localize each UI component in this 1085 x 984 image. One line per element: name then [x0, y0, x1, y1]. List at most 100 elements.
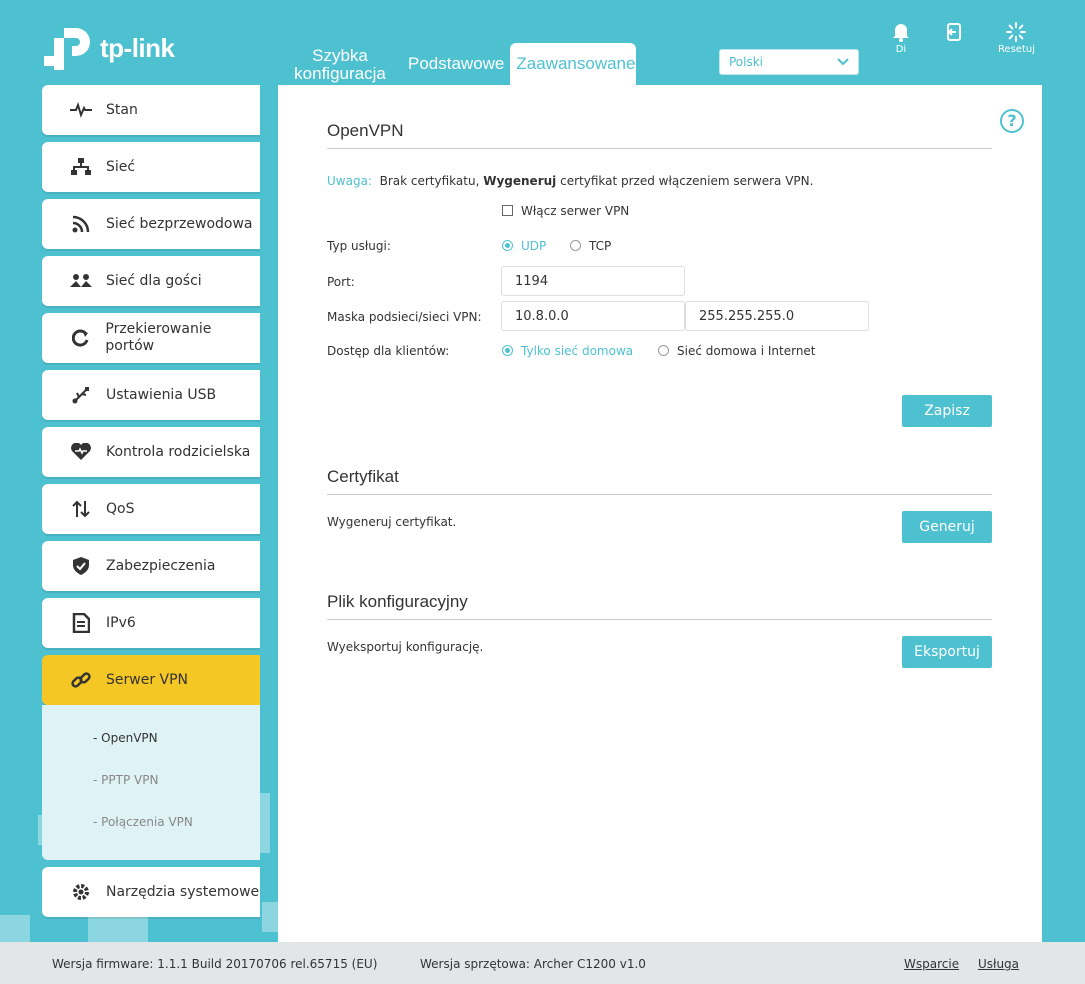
tab-basic[interactable]: Podstawowe	[402, 43, 510, 85]
radio-button[interactable]	[502, 345, 513, 356]
note-text-2: certyfikat przed włączeniem serwera VPN.	[560, 174, 814, 188]
sidebar-item-ipv6[interactable]: IPv6	[42, 598, 260, 648]
tp-link-logo: tp-link	[42, 22, 175, 74]
sidebar-item-label: Sieć	[106, 158, 136, 175]
sidebar-item-parental-control[interactable]: Kontrola rodzicielska	[42, 427, 260, 477]
sidebar-item-label: Sieć bezprzewodowa	[106, 215, 253, 232]
section-title-openvpn: OpenVPN	[327, 121, 404, 140]
link-icon	[71, 672, 91, 688]
save-button[interactable]: Zapisz	[902, 395, 992, 427]
tcp-radio[interactable]: TCP	[570, 239, 611, 253]
certificate-note: Uwaga: Brak certyfikatu, Wygeneruj certy…	[327, 174, 813, 188]
reset-button[interactable]: Resetuj	[998, 22, 1035, 55]
config-file-text: Wyeksportuj konfigurację.	[327, 640, 484, 654]
sidebar: Stan Sieć Sieć bezprzewodowa Sieć dla go…	[42, 85, 260, 924]
vpn-submenu: - OpenVPN - PPTP VPN - Połączenia VPN	[42, 705, 260, 860]
sidebar-item-usb[interactable]: Ustawienia USB	[42, 370, 260, 420]
note-label: Uwaga:	[327, 174, 372, 188]
udp-radio[interactable]: UDP	[502, 239, 546, 253]
radio-button[interactable]	[502, 240, 513, 251]
sidebar-item-wireless[interactable]: Sieć bezprzewodowa	[42, 199, 260, 249]
home-network-only-radio[interactable]: Tylko sieć domowa	[502, 344, 633, 358]
sidebar-item-label: Stan	[106, 101, 138, 118]
sidebar-item-label: Przekierowanie portów	[105, 321, 212, 354]
help-icon[interactable]: ?	[1000, 109, 1024, 133]
shield-icon	[73, 557, 89, 575]
logo-text: tp-link	[100, 32, 175, 63]
sidebar-item-port-forwarding[interactable]: Przekierowanie portów	[42, 313, 260, 363]
main-panel: ? OpenVPN Uwaga: Brak certyfikatu, Wygen…	[278, 85, 1042, 942]
section-title-certificate: Certyfikat	[327, 467, 399, 486]
home-and-internet-label: Sieć domowa i Internet	[677, 344, 816, 358]
notification-button[interactable]: Di	[892, 22, 910, 55]
service-link[interactable]: Usługa	[978, 957, 1019, 971]
export-button[interactable]: Eksportuj	[902, 636, 992, 668]
sidebar-item-label: Zabezpieczenia	[106, 557, 216, 574]
sidebar-item-label: Serwer VPN	[106, 671, 189, 688]
checkbox-box[interactable]	[502, 205, 513, 216]
sidebar-item-system-tools[interactable]: Narzędzia systemowe	[42, 867, 260, 917]
bell-icon	[892, 24, 909, 42]
sidebar-item-label: IPv6	[106, 614, 136, 631]
usb-icon	[72, 387, 89, 404]
sidebar-item-label: QoS	[106, 500, 135, 517]
generate-button[interactable]: Generuj	[902, 511, 992, 543]
language-select[interactable]: Polski	[719, 49, 859, 75]
enable-vpn-checkbox[interactable]: Włącz serwer VPN	[502, 204, 629, 218]
service-type-label: Typ usługi:	[327, 239, 391, 253]
divider	[327, 494, 992, 495]
tp-link-logo-icon	[44, 28, 90, 70]
logout-icon	[946, 23, 961, 41]
firmware-version: Wersja firmware: 1.1.1 Build 20170706 re…	[52, 957, 378, 971]
sidebar-item-vpn-server[interactable]: Serwer VPN	[42, 655, 260, 705]
main-tabs: Szybka konfiguracja Podstawowe Zaawansow…	[278, 43, 637, 85]
enable-vpn-label: Włącz serwer VPN	[521, 204, 630, 218]
port-label: Port:	[327, 275, 355, 289]
sidebar-item-label: Sieć dla gości	[106, 272, 202, 289]
background-decoration	[262, 902, 278, 932]
network-icon	[71, 158, 91, 175]
reset-icon	[1006, 22, 1027, 42]
note-bold-generate: Wygeneruj	[483, 174, 557, 188]
section-title-config-file: Plik konfiguracyjny	[327, 592, 468, 611]
radio-button[interactable]	[570, 240, 581, 251]
sidebar-item-security[interactable]: Zabezpieczenia	[42, 541, 260, 591]
notification-label: Di	[895, 44, 907, 55]
tcp-label: TCP	[589, 239, 612, 253]
sidebar-item-status[interactable]: Stan	[42, 85, 260, 135]
pulse-icon	[70, 102, 92, 118]
submenu-item-pptp-vpn[interactable]: - PPTP VPN	[42, 773, 260, 815]
tab-advanced[interactable]: Zaawansowane	[510, 43, 637, 85]
sidebar-item-label: Kontrola rodzicielska	[106, 443, 251, 460]
submenu-item-vpn-connections[interactable]: - Połączenia VPN	[42, 815, 260, 857]
certificate-text: Wygeneruj certyfikat.	[327, 515, 457, 529]
sidebar-item-label: Ustawienia USB	[106, 386, 217, 403]
port-forward-icon	[71, 329, 89, 347]
sidebar-item-guest-network[interactable]: Sieć dla gości	[42, 256, 260, 306]
language-value: Polski	[729, 55, 764, 69]
netmask-input[interactable]: 255.255.255.0	[685, 301, 869, 331]
support-link[interactable]: Wsparcie	[904, 957, 959, 971]
note-text-1: Brak certyfikatu,	[379, 174, 480, 188]
ipv6-icon	[72, 613, 90, 633]
background-decoration	[0, 915, 30, 945]
qos-icon	[72, 500, 90, 518]
sidebar-item-qos[interactable]: QoS	[42, 484, 260, 534]
logout-button[interactable]	[944, 22, 964, 55]
guests-icon	[70, 274, 92, 287]
sidebar-item-label: Narzędzia systemowe	[106, 883, 260, 900]
udp-label: UDP	[521, 239, 547, 253]
radio-button[interactable]	[658, 345, 669, 356]
divider	[327, 148, 992, 149]
sidebar-item-network[interactable]: Sieć	[42, 142, 260, 192]
submenu-item-openvpn[interactable]: - OpenVPN	[42, 731, 260, 773]
gear-icon	[73, 884, 89, 900]
port-input[interactable]: 1194	[501, 266, 685, 296]
subnet-input[interactable]: 10.8.0.0	[501, 301, 685, 331]
home-network-only-label: Tylko sieć domowa	[521, 344, 634, 358]
subnet-label: Maska podsieci/sieci VPN:	[327, 310, 482, 324]
home-and-internet-radio[interactable]: Sieć domowa i Internet	[658, 344, 816, 358]
tab-quick-setup[interactable]: Szybka konfiguracja	[278, 43, 402, 85]
top-actions: Di Resetuj	[892, 22, 1035, 55]
chevron-down-icon	[837, 58, 849, 66]
